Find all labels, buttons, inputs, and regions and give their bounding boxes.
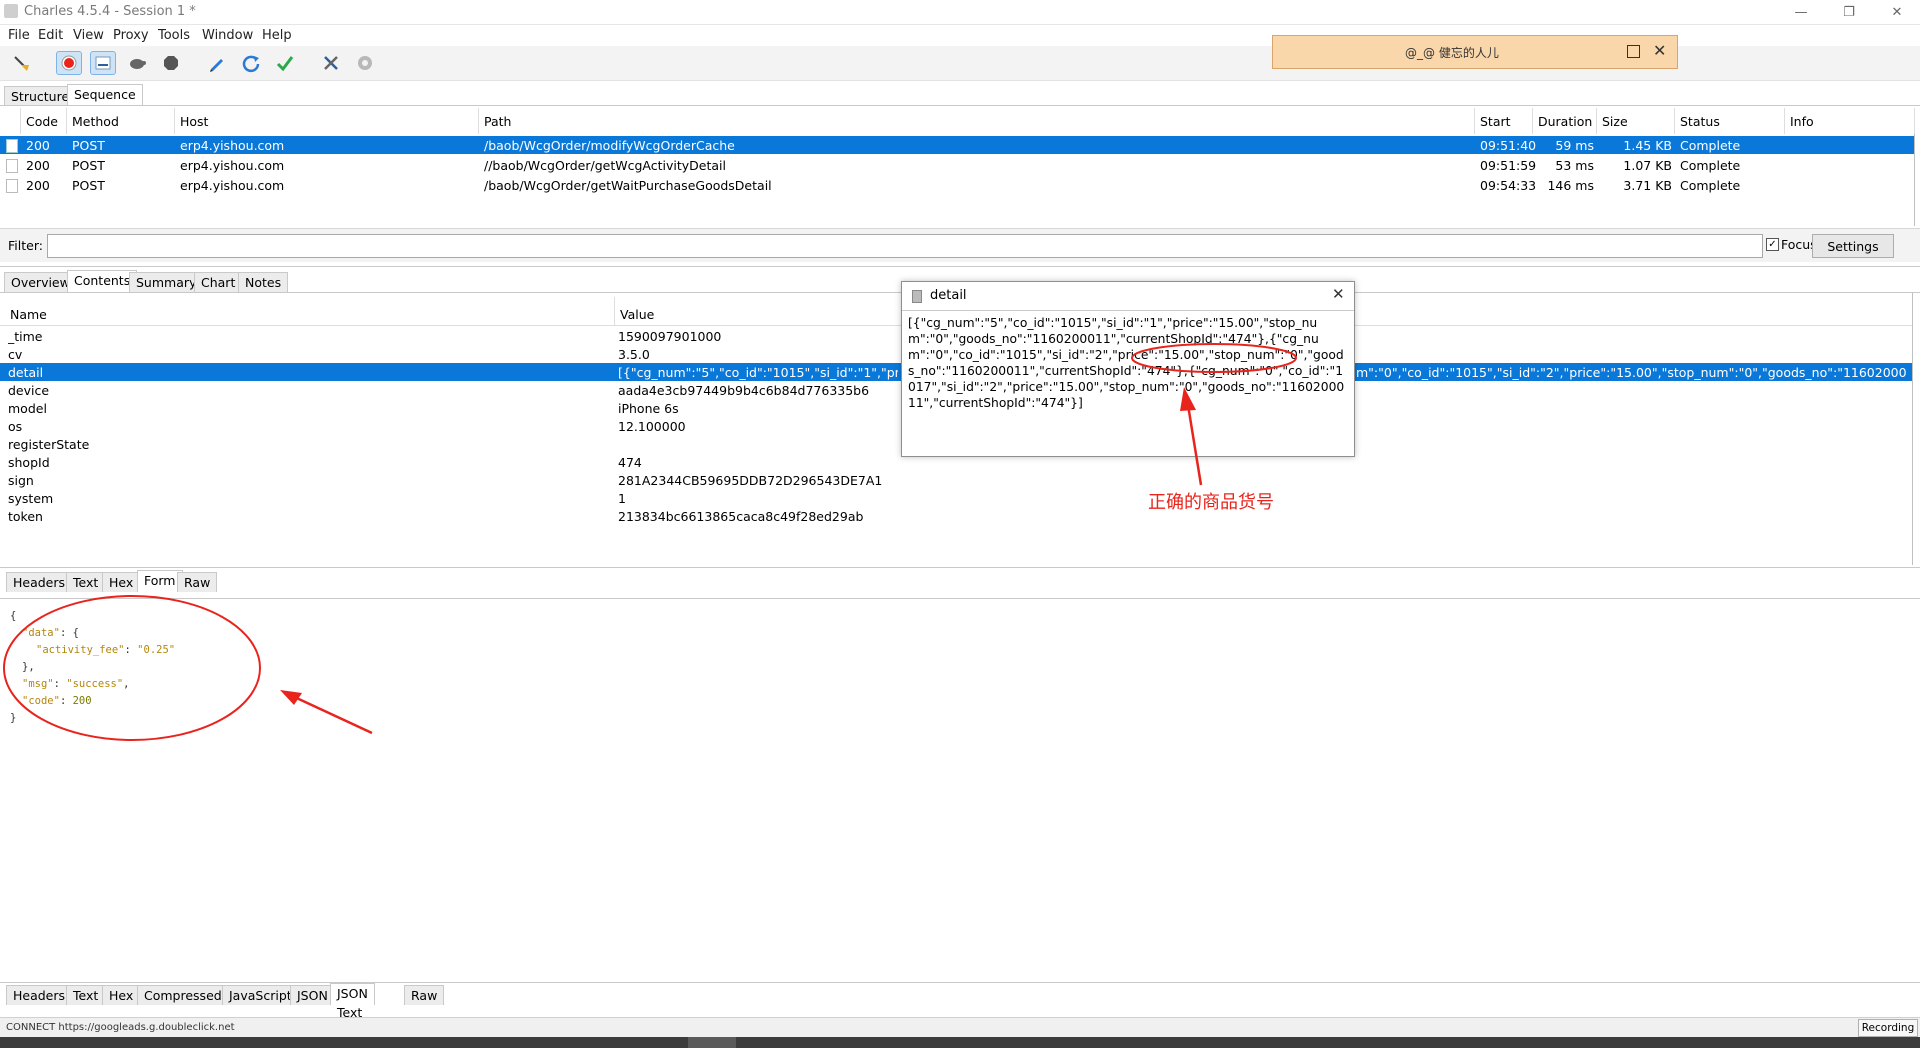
- maximize-icon[interactable]: [1627, 45, 1640, 58]
- tab-response-json[interactable]: JSON: [290, 985, 335, 1005]
- tab-response-compressed[interactable]: Compressed: [137, 985, 229, 1005]
- column-code[interactable]: Code: [26, 114, 58, 129]
- column-info[interactable]: Info: [1790, 114, 1814, 129]
- annotation-label: 正确的商品货号: [1148, 492, 1274, 513]
- recording-status[interactable]: Recording: [1858, 1019, 1918, 1037]
- close-button[interactable]: ✕: [1874, 0, 1920, 24]
- form-row[interactable]: system 1: [0, 489, 1912, 507]
- menu-proxy[interactable]: Proxy: [113, 28, 149, 43]
- column-method[interactable]: Method: [72, 114, 119, 129]
- menu-edit[interactable]: Edit: [38, 28, 63, 43]
- settings-gear-icon[interactable]: [352, 51, 378, 75]
- column-name[interactable]: Name: [10, 307, 47, 322]
- popup-close-icon[interactable]: ✕: [1332, 285, 1345, 303]
- tab-request-raw[interactable]: Raw: [177, 572, 218, 592]
- table-row[interactable]: 200 POST erp4.yishou.com /baob/WcgOrder/…: [0, 176, 1914, 194]
- menu-help[interactable]: Help: [262, 28, 292, 43]
- close-icon[interactable]: ✕: [1653, 41, 1666, 60]
- tab-request-hex[interactable]: Hex: [102, 572, 141, 592]
- restore-button[interactable]: ❐: [1826, 0, 1872, 24]
- menu-file[interactable]: File: [8, 28, 30, 43]
- column-duration[interactable]: Duration: [1538, 114, 1592, 129]
- sequence-table: Code Method Host Path Start Duration Siz…: [0, 106, 1920, 226]
- focused-checkbox[interactable]: ✓: [1766, 238, 1779, 251]
- window-title: Charles 4.5.4 - Session 1 *: [24, 4, 196, 19]
- menu-view[interactable]: View: [73, 28, 104, 43]
- tab-summary[interactable]: Summary: [129, 272, 204, 292]
- tab-request-text[interactable]: Text: [66, 572, 106, 592]
- floating-user-window: @_@ 健忘的人儿 ✕: [1272, 35, 1678, 69]
- tab-notes[interactable]: Notes: [238, 272, 289, 292]
- filter-label: Filter:: [8, 238, 43, 253]
- record-icon[interactable]: [56, 51, 82, 75]
- breakpoint-icon[interactable]: [158, 51, 184, 75]
- charles-app-icon: [4, 4, 18, 18]
- menu-window[interactable]: Window: [202, 28, 253, 43]
- validate-check-icon[interactable]: [272, 51, 298, 75]
- column-path[interactable]: Path: [484, 114, 511, 129]
- tab-response-headers[interactable]: Headers: [6, 985, 73, 1005]
- minimize-button[interactable]: —: [1778, 0, 1824, 24]
- tab-request-form[interactable]: Form: [137, 570, 183, 592]
- popup-title: detail: [930, 288, 967, 303]
- floating-window-text: @_@ 健忘的人儿: [1405, 46, 1499, 60]
- column-start[interactable]: Start: [1480, 114, 1511, 129]
- request-doc-icon: [6, 159, 18, 173]
- title-bar: Charles 4.5.4 - Session 1 * — ❐ ✕: [0, 0, 1920, 25]
- tab-structure[interactable]: Structure: [4, 86, 77, 106]
- tab-overview[interactable]: Overview: [4, 272, 77, 292]
- repeat-icon[interactable]: [238, 51, 264, 75]
- tab-response-text[interactable]: Text: [66, 985, 106, 1005]
- request-doc-icon: [6, 139, 18, 153]
- tab-contents[interactable]: Contents: [67, 270, 138, 292]
- form-row[interactable]: token 213834bc6613865caca8c49f28ed29ab: [0, 507, 1912, 525]
- column-value[interactable]: Value: [620, 307, 654, 322]
- turtle-icon[interactable]: [124, 51, 150, 75]
- column-status[interactable]: Status: [1680, 114, 1720, 129]
- annotation-json-highlight: [3, 595, 373, 741]
- request-doc-icon: [6, 179, 18, 193]
- tab-response-javascript[interactable]: JavaScript: [222, 985, 299, 1005]
- tab-request-headers[interactable]: Headers: [6, 572, 73, 592]
- table-row[interactable]: 200 POST erp4.yishou.com /baob/WcgOrder/…: [0, 136, 1914, 154]
- tab-response-raw[interactable]: Raw: [404, 985, 445, 1005]
- tab-chart[interactable]: Chart: [194, 272, 243, 292]
- tab-response-hex[interactable]: Hex: [102, 985, 141, 1005]
- status-text: CONNECT https://googleads.g.doubleclick.…: [6, 1022, 235, 1033]
- column-size[interactable]: Size: [1602, 114, 1628, 129]
- taskbar-item[interactable]: [688, 1037, 736, 1048]
- column-host[interactable]: Host: [180, 114, 208, 129]
- table-row[interactable]: 200 POST erp4.yishou.com //baob/WcgOrder…: [0, 156, 1914, 174]
- popup-doc-icon: [912, 290, 922, 303]
- tools-icon[interactable]: [318, 51, 344, 75]
- taskbar: [0, 1037, 1920, 1048]
- menu-tools[interactable]: Tools: [158, 28, 190, 43]
- broom-icon[interactable]: [8, 51, 34, 75]
- tab-sequence[interactable]: Sequence: [67, 84, 143, 106]
- status-bar: CONNECT https://googleads.g.doubleclick.…: [0, 1017, 1920, 1038]
- settings-button[interactable]: Settings: [1812, 234, 1894, 258]
- throttle-icon[interactable]: [90, 51, 116, 75]
- tab-response-json-text[interactable]: JSON Text: [330, 983, 375, 1020]
- compose-pen-icon[interactable]: [204, 51, 230, 75]
- form-row[interactable]: sign 281A2344CB59695DDB72D296543DE7A1: [0, 471, 1912, 489]
- filter-input[interactable]: [47, 234, 1763, 258]
